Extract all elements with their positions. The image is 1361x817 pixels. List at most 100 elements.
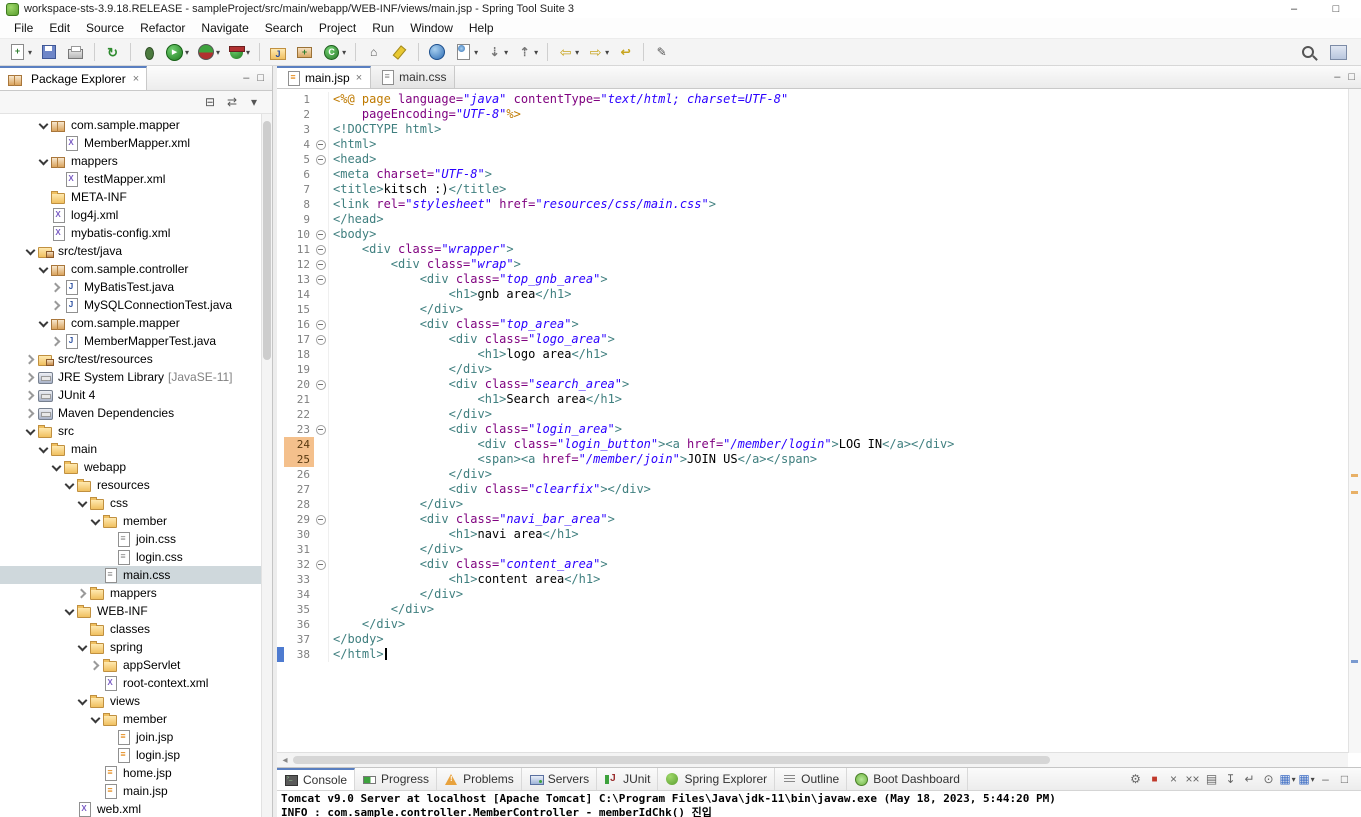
editor-tab-main.jsp[interactable]: main.jsp × bbox=[277, 66, 372, 88]
tree-item-login-jsp[interactable]: login.jsp bbox=[0, 746, 262, 764]
tree-item-com-sample-controller[interactable]: com.sample.controller bbox=[0, 260, 262, 278]
code-line-20[interactable]: 20 <div class="search_area"> bbox=[277, 377, 1348, 392]
package-explorer-tab[interactable]: Package Explorer × bbox=[0, 66, 148, 90]
collapse-arrow-icon[interactable] bbox=[89, 711, 102, 727]
console-output[interactable]: Tomcat v9.0 Server at localhost [Apache … bbox=[277, 791, 1361, 817]
code-line-19[interactable]: 19 </div> bbox=[277, 362, 1348, 377]
menu-run[interactable]: Run bbox=[364, 19, 402, 37]
expand-arrow-icon[interactable] bbox=[24, 387, 37, 403]
tree-scrollbar[interactable] bbox=[261, 114, 272, 817]
tree-item-join-css[interactable]: join.css bbox=[0, 530, 262, 548]
tree-item-resources[interactable]: resources bbox=[0, 476, 262, 494]
expand-arrow-icon[interactable] bbox=[89, 657, 102, 673]
clear-console-button[interactable]: ▤ bbox=[1203, 770, 1220, 788]
open-perspective-button[interactable] bbox=[1327, 40, 1350, 64]
save-button[interactable] bbox=[37, 40, 61, 64]
new-wizard-button[interactable]: ▾ bbox=[5, 40, 35, 64]
code-line-9[interactable]: 9 </head> bbox=[277, 212, 1348, 227]
tree-item-mybatis-config-xml[interactable]: mybatis-config.xml bbox=[0, 224, 262, 242]
horizontal-scroll-track[interactable] bbox=[293, 755, 1344, 765]
expand-arrow-icon[interactable] bbox=[50, 297, 63, 313]
overview-ruler[interactable] bbox=[1348, 89, 1361, 753]
debug-button[interactable] bbox=[137, 40, 160, 64]
code-line-29[interactable]: 29 <div class="navi_bar_area"> bbox=[277, 512, 1348, 527]
scroll-lock-button[interactable]: ↧ bbox=[1222, 770, 1239, 788]
link-with-editor-button[interactable]: ⇄ bbox=[224, 95, 240, 109]
new-java-project-button[interactable] bbox=[266, 40, 290, 64]
code-line-34[interactable]: 34 </div> bbox=[277, 587, 1348, 602]
code-line-8[interactable]: 8 <link rel="stylesheet" href="resources/… bbox=[277, 197, 1348, 212]
collapse-arrow-icon[interactable] bbox=[76, 639, 89, 655]
quick-access-search-button[interactable] bbox=[1299, 40, 1317, 64]
code-line-4[interactable]: 4 <html> bbox=[277, 137, 1348, 152]
print-button[interactable] bbox=[63, 40, 88, 64]
remove-all-terminated-button[interactable]: ×× bbox=[1184, 770, 1201, 788]
fold-collapse-icon[interactable] bbox=[314, 332, 329, 347]
collapse-arrow-icon[interactable] bbox=[37, 441, 50, 457]
menu-file[interactable]: File bbox=[6, 19, 41, 37]
tree-item-mappers[interactable]: mappers bbox=[0, 584, 262, 602]
menu-search[interactable]: Search bbox=[257, 19, 311, 37]
view-tab-outline[interactable]: Outline bbox=[775, 768, 848, 790]
fold-collapse-icon[interactable] bbox=[314, 422, 329, 437]
occurrence-marker[interactable] bbox=[1351, 474, 1358, 478]
open-console-button[interactable]: ▦ ▾ bbox=[1298, 770, 1315, 788]
tree-item-login-css[interactable]: login.css bbox=[0, 548, 262, 566]
collapse-arrow-icon[interactable] bbox=[37, 315, 50, 331]
pin-console-button[interactable]: ⊙ bbox=[1260, 770, 1277, 788]
view-tab-junit[interactable]: JUnit bbox=[597, 768, 659, 790]
tree-item-membermapper-xml[interactable]: MemberMapper.xml bbox=[0, 134, 262, 152]
code-line-26[interactable]: 26 </div> bbox=[277, 467, 1348, 482]
code-line-17[interactable]: 17 <div class="logo_area"> bbox=[277, 332, 1348, 347]
search-button[interactable] bbox=[387, 40, 412, 64]
minimize-view-icon[interactable]: – bbox=[243, 72, 249, 84]
remove-launch-button[interactable]: × bbox=[1165, 770, 1182, 788]
code-line-13[interactable]: 13 <div class="top_gnb_area"> bbox=[277, 272, 1348, 287]
tree-item-src-test-java[interactable]: src/test/java bbox=[0, 242, 262, 260]
last-edit-location-button[interactable] bbox=[614, 40, 637, 64]
collapse-arrow-icon[interactable] bbox=[37, 117, 50, 133]
fold-collapse-icon[interactable] bbox=[314, 137, 329, 152]
tree-item-mybatistest-java[interactable]: MyBatisTest.java bbox=[0, 278, 262, 296]
tree-item-classes[interactable]: classes bbox=[0, 620, 262, 638]
fold-collapse-icon[interactable] bbox=[314, 257, 329, 272]
code-line-27[interactable]: 27 <div class="clearfix"></div> bbox=[277, 482, 1348, 497]
code-line-2[interactable]: 2 pageEncoding="UTF-8"%> bbox=[277, 107, 1348, 122]
code-line-1[interactable]: 1 <%@ page language="java" contentType="t… bbox=[277, 92, 1348, 107]
menu-navigate[interactable]: Navigate bbox=[193, 19, 256, 37]
code-line-3[interactable]: 3 <!DOCTYPE html> bbox=[277, 122, 1348, 137]
code-line-16[interactable]: 16 <div class="top_area"> bbox=[277, 317, 1348, 332]
tree-item-css[interactable]: css bbox=[0, 494, 262, 512]
cursor-line-marker[interactable] bbox=[1351, 660, 1358, 664]
minimize-window-button[interactable]: – bbox=[1287, 3, 1301, 15]
tree-item-member[interactable]: member bbox=[0, 710, 262, 728]
editor-tab-main.css[interactable]: main.css bbox=[371, 66, 456, 88]
collapse-arrow-icon[interactable] bbox=[76, 693, 89, 709]
tree-item-web-inf[interactable]: WEB-INF bbox=[0, 602, 262, 620]
expand-arrow-icon[interactable] bbox=[50, 333, 63, 349]
fold-collapse-icon[interactable] bbox=[314, 242, 329, 257]
code-line-6[interactable]: 6 <meta charset="UTF-8"> bbox=[277, 167, 1348, 182]
forward-button[interactable]: ▾ bbox=[584, 40, 612, 64]
expand-arrow-icon[interactable] bbox=[24, 369, 37, 385]
next-annotation-button[interactable]: ▾ bbox=[483, 40, 511, 64]
refresh-button[interactable] bbox=[101, 40, 124, 64]
view-menu-button[interactable]: ▾ bbox=[246, 95, 262, 109]
menu-edit[interactable]: Edit bbox=[41, 19, 78, 37]
fold-collapse-icon[interactable] bbox=[314, 272, 329, 287]
code-line-18[interactable]: 18 <h1>logo area</h1> bbox=[277, 347, 1348, 362]
maximize-editor-icon[interactable]: □ bbox=[1348, 71, 1355, 83]
menu-source[interactable]: Source bbox=[78, 19, 132, 37]
tree-item-src[interactable]: src bbox=[0, 422, 262, 440]
open-type-button[interactable] bbox=[362, 40, 385, 64]
new-class-button[interactable]: ▾ bbox=[319, 40, 349, 64]
view-tab-progress[interactable]: Progress bbox=[355, 768, 438, 790]
collapse-arrow-icon[interactable] bbox=[89, 513, 102, 529]
minimize-editor-icon[interactable]: – bbox=[1334, 71, 1340, 83]
code-line-12[interactable]: 12 <div class="wrap"> bbox=[277, 257, 1348, 272]
view-tab-boot-dashboard[interactable]: Boot Dashboard bbox=[847, 768, 968, 790]
code-line-25[interactable]: 25 <span><a href="/member/join">JOIN US<… bbox=[277, 452, 1348, 467]
tree-item-root-context-xml[interactable]: root-context.xml bbox=[0, 674, 262, 692]
view-tab-console[interactable]: Console bbox=[277, 768, 356, 790]
back-button[interactable]: ▾ bbox=[554, 40, 582, 64]
